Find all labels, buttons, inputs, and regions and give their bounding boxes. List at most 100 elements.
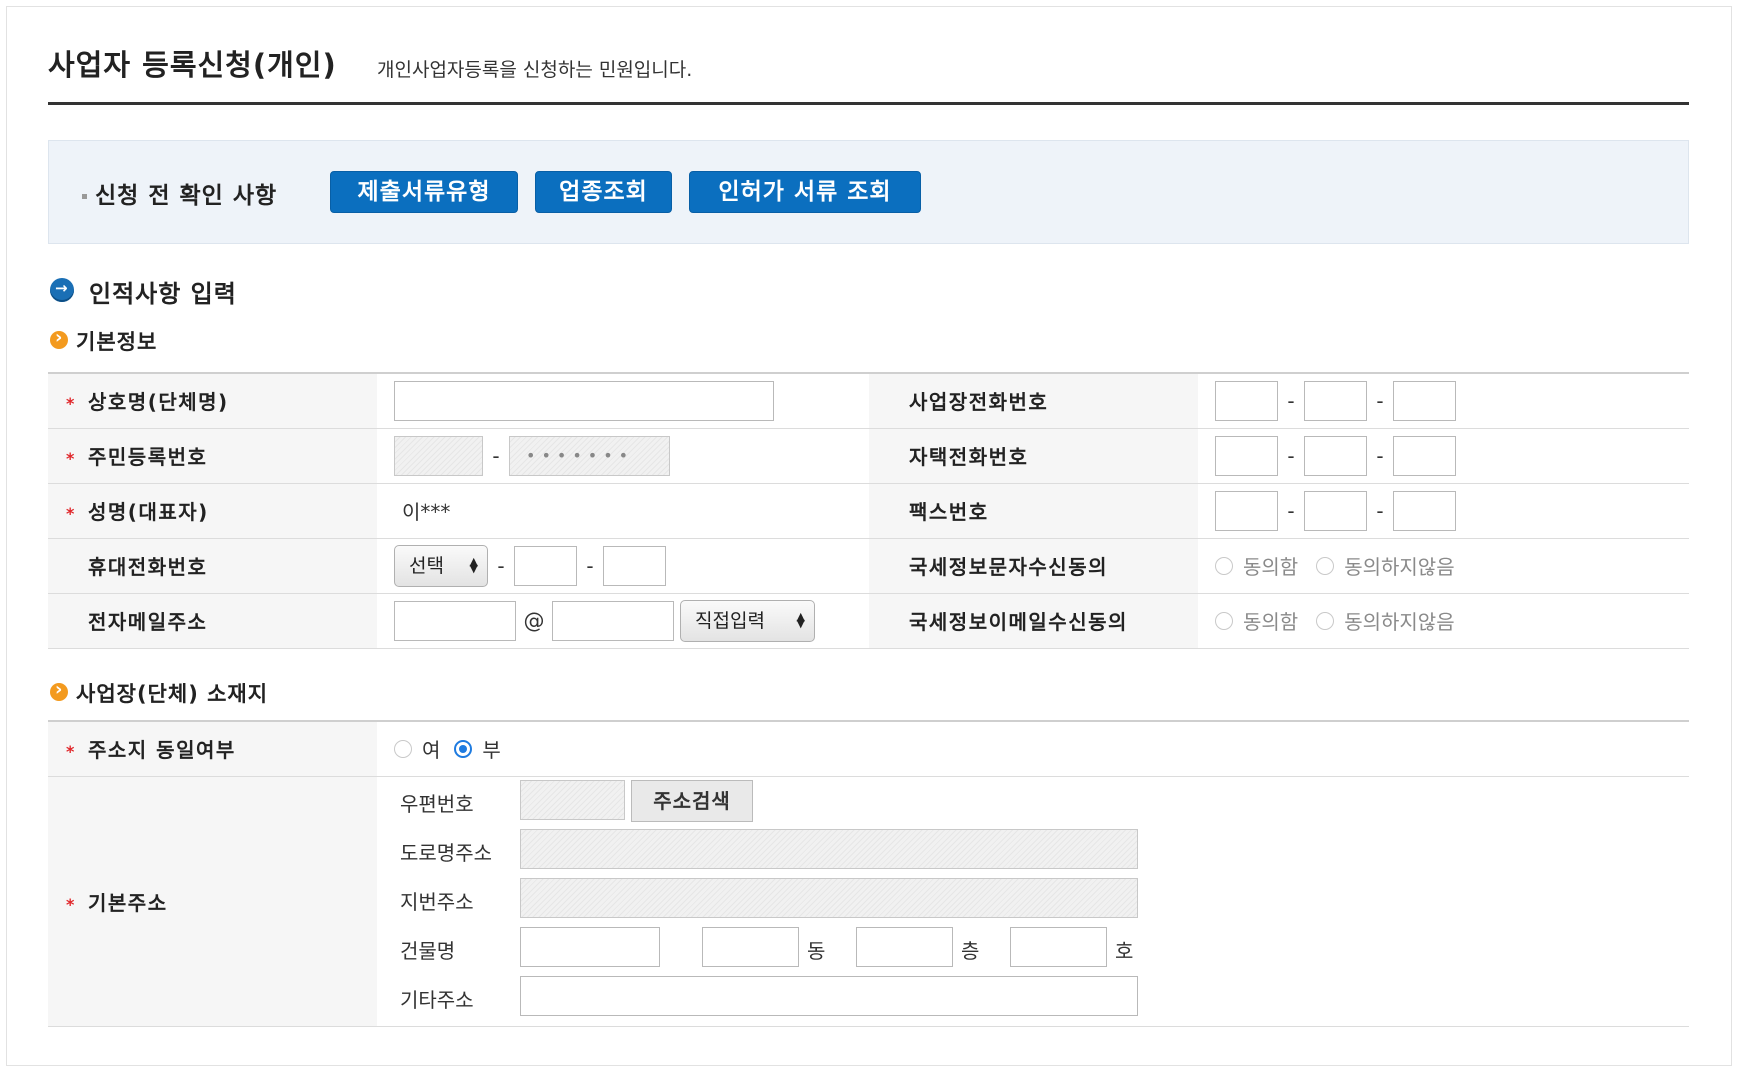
table-row: 전자메일주소 @ 직접입력 ▲ ▼ 국세정보이메일수신동의 동의함 동의하지않음 — [48, 593, 1689, 649]
email-disagree-radio[interactable] — [1316, 611, 1335, 630]
mobile-header: 휴대전화번호 — [48, 538, 377, 594]
required-icon: * — [66, 394, 76, 414]
email-domain-select[interactable]: 직접입력 ▲ ▼ — [680, 599, 815, 642]
email-agree-radio[interactable] — [1215, 611, 1233, 630]
building-label: 건물명 — [400, 939, 456, 963]
road-address-label: 도로명주소 — [400, 841, 492, 865]
address-search-button[interactable]: 주소검색 — [631, 780, 753, 822]
table-row: 휴대전화번호 선택 ▲ ▼ - - 국세정보문자수신동의 동의함 동의하지않음 — [48, 538, 1689, 594]
updown-arrow-icon: ▲ ▼ — [469, 554, 478, 575]
same-address-no-radio[interactable] — [454, 739, 473, 758]
base-address-label: 기본주소 — [88, 890, 168, 915]
mobile-input-3[interactable] — [603, 545, 666, 586]
rep-name-header: * 성명(대표자) — [48, 483, 377, 539]
table-row: * 상호명(단체명) 사업장전화번호 -- — [48, 373, 1689, 429]
email-consent-header: 국세정보이메일수신동의 — [869, 593, 1198, 649]
required-icon: * — [66, 894, 76, 914]
chevron-circle-icon — [50, 679, 68, 701]
required-icon: * — [66, 504, 76, 523]
home-phone-input-1[interactable] — [1215, 435, 1278, 476]
same-address-yes-label: 여 — [422, 738, 441, 763]
biz-phone-input-3[interactable] — [1393, 380, 1456, 421]
sms-disagree-radio[interactable] — [1316, 556, 1335, 575]
dash: - — [1376, 498, 1384, 523]
floor-label: 층 — [961, 939, 980, 963]
floor-input[interactable] — [856, 927, 953, 967]
fax-cell: -- — [1198, 483, 1689, 539]
sms-consent-cell: 동의함 동의하지않음 — [1198, 538, 1689, 594]
etc-address-input[interactable] — [520, 976, 1138, 1016]
fax-input-1[interactable] — [1215, 490, 1278, 531]
trade-name-header: * 상호명(단체명) — [48, 373, 377, 429]
email-domain-input[interactable] — [552, 600, 674, 641]
same-address-header: * 주소지 동일여부 — [48, 721, 377, 777]
required-icon: * — [66, 742, 76, 762]
ho-input[interactable] — [1010, 927, 1107, 967]
email-cell: @ 직접입력 ▲ ▼ — [377, 593, 869, 649]
mobile-input-2[interactable] — [514, 545, 577, 586]
dash: - — [497, 553, 505, 578]
road-address-input — [520, 829, 1138, 869]
header-divider — [48, 102, 1689, 105]
building-name-input[interactable] — [520, 927, 660, 967]
dong-label: 동 — [807, 939, 826, 963]
page-description: 개인사업자등록을 신청하는 민원입니다. — [377, 59, 693, 81]
sms-agree-label: 동의함 — [1243, 555, 1299, 579]
postal-code-input — [520, 780, 625, 820]
dash: - — [1287, 498, 1295, 523]
trade-name-cell — [377, 373, 869, 429]
home-phone-input-2[interactable] — [1304, 435, 1367, 476]
mobile-cell: 선택 ▲ ▼ - - — [377, 538, 869, 594]
biz-phone-input-1[interactable] — [1215, 380, 1278, 421]
dash: - — [586, 553, 594, 578]
mobile-prefix-select[interactable]: 선택 ▲ ▼ — [394, 544, 488, 587]
chevron-circle-icon — [50, 327, 68, 349]
trade-name-label: 상호명(단체명) — [88, 390, 229, 415]
same-address-cell: 여부 — [377, 721, 1689, 777]
trade-name-input[interactable] — [394, 380, 774, 421]
fax-input-2[interactable] — [1304, 490, 1367, 531]
pre-check-label: 신청 전 확인 사항 — [82, 176, 277, 210]
email-id-input[interactable] — [394, 600, 516, 641]
home-phone-cell: -- — [1198, 428, 1689, 484]
bullet-icon — [82, 194, 87, 199]
base-address-header: * 기본주소 — [48, 776, 377, 1027]
fax-header: 팩스번호 — [869, 483, 1198, 539]
email-agree-label: 동의함 — [1243, 610, 1299, 634]
same-address-no-label: 부 — [482, 738, 501, 763]
same-address-yes-radio[interactable] — [394, 739, 412, 758]
required-icon: * — [66, 449, 76, 468]
updown-arrow-icon: ▲ ▼ — [796, 609, 805, 630]
etc-address-label: 기타주소 — [400, 988, 474, 1012]
fax-input-3[interactable] — [1393, 490, 1456, 531]
email-header: 전자메일주소 — [48, 593, 377, 649]
lot-address-label: 지번주소 — [400, 890, 474, 914]
home-phone-input-3[interactable] — [1393, 435, 1456, 476]
rep-name-label: 성명(대표자) — [88, 500, 209, 524]
basic-info-table: * 상호명(단체명) 사업장전화번호 -- * 주민등록번호 - ••••••• 자택… — [48, 372, 1689, 649]
section-title: 인적사항 입력 — [89, 280, 237, 308]
ho-label: 호 — [1115, 939, 1134, 963]
table-row: * 성명(대표자) 이*** 팩스번호 -- — [48, 483, 1689, 539]
biz-phone-input-2[interactable] — [1304, 380, 1367, 421]
permit-doc-lookup-button[interactable]: 인허가 서류 조회 — [689, 171, 921, 213]
submit-doc-type-button[interactable]: 제출서류유형 — [330, 171, 518, 213]
location-title: 사업장(단체) 소재지 — [76, 682, 269, 706]
sms-agree-radio[interactable] — [1215, 556, 1233, 575]
dong-input[interactable] — [702, 927, 799, 967]
dash: - — [1376, 443, 1384, 468]
basic-info-title: 기본정보 — [76, 330, 158, 354]
resident-no-header: * 주민등록번호 — [48, 428, 377, 484]
table-row: * 주소지 동일여부 여부 — [48, 721, 1689, 777]
postal-label: 우편번호 — [400, 792, 474, 816]
rep-name-value: 이*** — [377, 483, 869, 539]
arrow-circle-icon — [50, 278, 74, 302]
sms-consent-header: 국세정보문자수신동의 — [869, 538, 1198, 594]
at-sign: @ — [523, 608, 545, 633]
email-disagree-label: 동의하지않음 — [1344, 610, 1455, 634]
resident-no-label: 주민등록번호 — [88, 445, 208, 469]
home-phone-header: 자택전화번호 — [869, 428, 1198, 484]
business-type-lookup-button[interactable]: 업종조회 — [535, 171, 672, 213]
dash: - — [492, 443, 500, 468]
resident-no-cell: - ••••••• — [377, 428, 869, 484]
